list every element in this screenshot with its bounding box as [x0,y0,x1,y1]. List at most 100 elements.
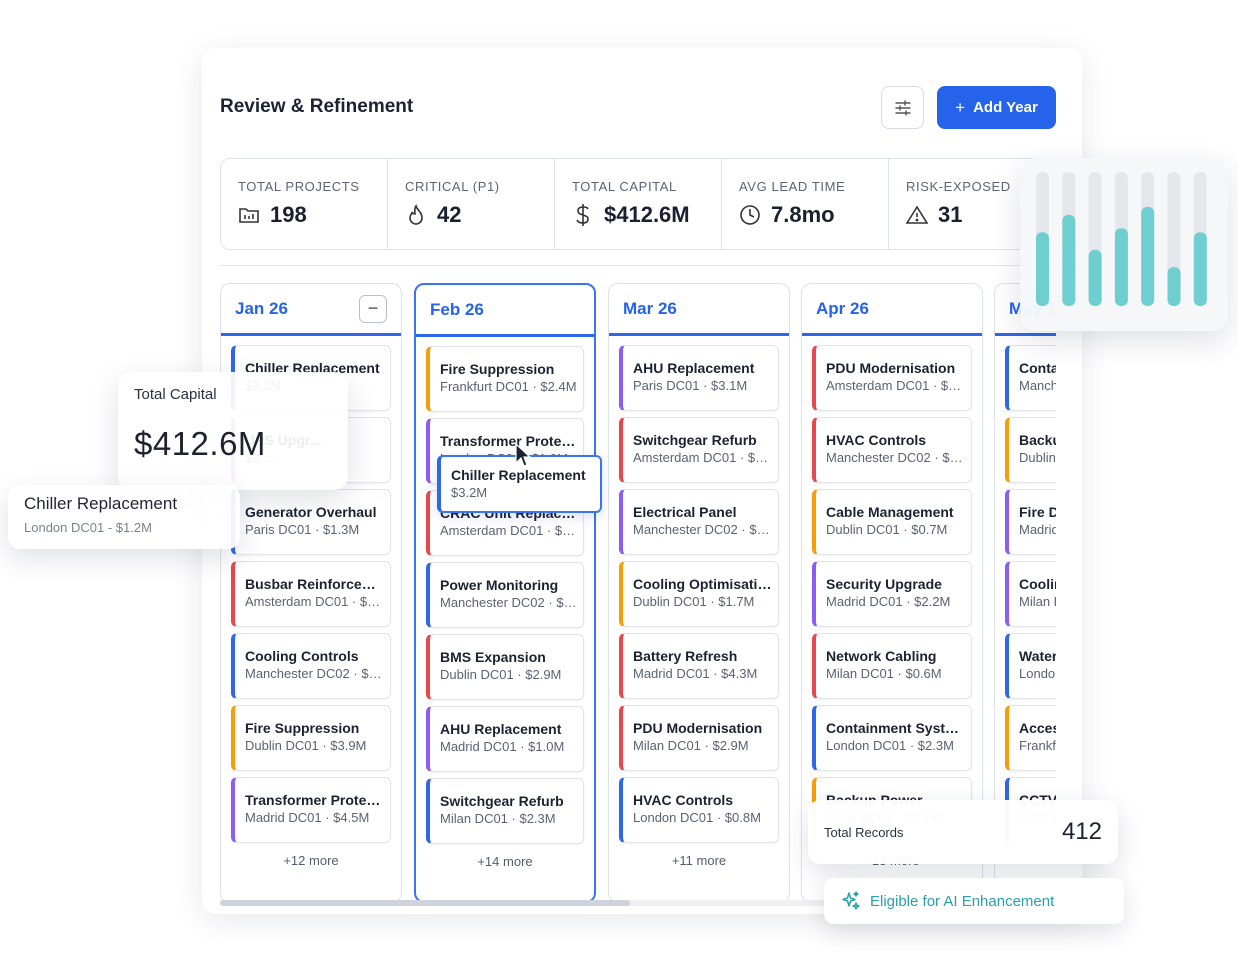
scrollbar-thumb[interactable] [220,900,630,906]
card-subtitle: Madrid DC01 · $2.2M [826,594,951,609]
card-subtitle: Manchester DC02 · $1.2M [633,522,772,537]
card-title: Fire Suppression [440,361,555,377]
stat-label: TOTAL CAPITAL [572,179,677,194]
show-more-link[interactable]: +14 more [426,854,584,869]
project-card[interactable]: Cable Management Dublin DC01 · $0.7M [812,489,972,555]
column-title: Feb 26 [430,299,484,319]
column-header: Apr 26 [802,284,982,336]
project-card[interactable]: Containment System London DC01 · $2.3M [812,705,972,771]
project-card[interactable]: Switchgear Refurb Milan DC01 · $2.3M [426,778,584,844]
stat-value: 7.8mo [771,202,835,227]
ai-enhancement-badge[interactable]: Eligible for AI Enhancement [824,878,1124,924]
card-subtitle: Madrid DC01 · $4.5M [245,810,370,825]
project-card[interactable]: Network Cabling Milan DC01 · $0.6M [812,633,972,699]
card-title: Transformer Protection [440,433,577,449]
card-subtitle: Amsterdam DC01 · $1.6M [440,523,577,538]
project-card[interactable]: Fire Detection Madrid DC01 [1005,489,1056,555]
card-title: Chiller Replacement [451,467,586,483]
project-card[interactable]: Containment Manchester DC02 [1005,345,1056,411]
card-title: AHU Replacement [440,721,562,737]
card-title: Transformer Protection [245,792,384,808]
project-card[interactable]: HVAC Controls London DC01 · $0.8M [619,777,779,843]
chart-bar [1062,214,1076,306]
card-title: AHU Replacement [633,360,755,376]
chart-bar [1141,206,1155,306]
card-title: Cooling Controls [245,648,359,664]
add-year-button[interactable]: + Add Year [937,86,1056,129]
ai-badge-label: Eligible for AI Enhancement [870,892,1055,910]
filter-button[interactable] [881,86,924,129]
card-subtitle: Madrid DC01 [1019,522,1056,537]
project-card[interactable]: Transformer Protection Madrid DC01 · $4.5… [231,777,391,843]
project-card[interactable]: Switchgear Refurb Amsterdam DC01 · $1.8M [619,417,779,483]
card-subtitle: Frankfurt DC01 [1019,738,1056,753]
project-card[interactable]: Backup Dublin DC01 [1005,417,1056,483]
project-card[interactable]: Cooling Milan DC01 [1005,561,1056,627]
stat-total-projects: TOTAL PROJECTS 198 [221,159,388,249]
overlay-label: Total Records [824,824,904,840]
mini-bar-chart [1036,172,1207,306]
project-card[interactable]: Busbar Reinforcement Amsterdam DC01 · $2.… [231,561,391,627]
project-card[interactable]: Water London DC01 [1005,633,1056,699]
card-subtitle: Amsterdam DC01 · $1.8M [633,450,772,465]
collapse-icon[interactable]: − [359,294,387,323]
project-card[interactable]: Fire Suppression Frankfurt DC01 · $2.4M [426,346,584,412]
card-subtitle: Milan DC01 [1019,594,1056,609]
mouse-cursor-icon [515,443,532,467]
card-subtitle: Madrid DC01 · $1.0M [440,739,565,754]
card-title: Containment System [826,720,965,736]
project-card[interactable]: Electrical Panel Manchester DC02 · $1.2M [619,489,779,555]
project-card[interactable]: AHU Replacement Madrid DC01 · $1.0M [426,706,584,772]
card-title: Power Monitoring [440,577,559,593]
chart-bar [1036,232,1049,306]
stat-value: 31 [938,202,963,227]
project-card[interactable]: BMS Expansion Dublin DC01 · $2.9M [426,634,584,700]
card-subtitle: Manchester DC02 · $1.1M [826,450,965,465]
month-column[interactable]: Feb 26 Fire Suppression Frankfurt DC01 · $… [414,283,596,903]
stat-critical: CRITICAL (P1) 42 [388,159,555,249]
card-title: Cooling Optimisation [633,576,772,592]
warning-icon [906,204,928,226]
sliders-icon [894,99,911,116]
chart-bar [1167,267,1181,306]
flame-icon [405,204,427,226]
card-subtitle: Paris DC01 · $1.3M [245,522,360,537]
card-title: Water [1019,648,1056,664]
card-subtitle: Dublin DC01 · $1.7M [633,594,755,609]
card-title: Containment [1019,360,1056,376]
project-card[interactable]: Cooling Controls Manchester DC02 · $1.4M [231,633,391,699]
project-card[interactable]: Battery Refresh Madrid DC01 · $4.3M [619,633,779,699]
card-subtitle: Amsterdam DC01 · $2.1M [245,594,384,609]
card-title: Switchgear Refurb [633,432,757,448]
card-title: Generator Overhaul [245,504,377,520]
project-card[interactable]: Generator Overhaul Paris DC01 · $1.3M [231,489,391,555]
stat-label: AVG LEAD TIME [739,179,846,194]
card-subtitle: Dublin DC01 · $3.9M [245,738,367,753]
project-card[interactable]: Security Upgrade Madrid DC01 · $2.2M [812,561,972,627]
card-title: HVAC Controls [633,792,734,808]
add-year-label: Add Year [973,99,1038,116]
project-card[interactable]: Power Monitoring Manchester DC02 · $0.9M [426,562,584,628]
column-header: Feb 26 [416,285,594,337]
column-title: Apr 26 [816,298,869,318]
project-card[interactable]: HVAC Controls Manchester DC02 · $1.1M [812,417,972,483]
project-card[interactable]: Cooling Optimisation Dublin DC01 · $1.7M [619,561,779,627]
project-card[interactable]: Fire Suppression Dublin DC01 · $3.9M [231,705,391,771]
project-card[interactable]: PDU Modernisation Amsterdam DC01 · $2.6M [812,345,972,411]
show-more-link[interactable]: +11 more [619,853,779,868]
project-card[interactable]: AHU Replacement Paris DC01 · $3.1M [619,345,779,411]
project-card[interactable]: PDU Modernisation Milan DC01 · $2.9M [619,705,779,771]
card-title: PDU Modernisation [826,360,956,376]
card-subtitle: London DC01 [1019,666,1056,681]
overlay-title: Chiller Replacement [24,494,178,513]
overlay-subtitle: London DC01 - $1.2M [24,520,152,535]
column-header: Mar 26 [609,284,789,336]
stat-avg-lead-time: AVG LEAD TIME 7.8mo [722,159,889,249]
sparkle-icon [842,891,860,910]
stat-value: 42 [437,202,462,227]
show-more-link[interactable]: +12 more [231,853,391,868]
chiller-overlay: Chiller Replacement London DC01 - $1.2M [8,485,240,549]
stat-label: TOTAL PROJECTS [238,179,360,194]
month-column[interactable]: Mar 26 AHU Replacement Paris DC01 · $3.1M S… [608,283,790,903]
project-card[interactable]: Access Frankfurt DC01 [1005,705,1056,771]
